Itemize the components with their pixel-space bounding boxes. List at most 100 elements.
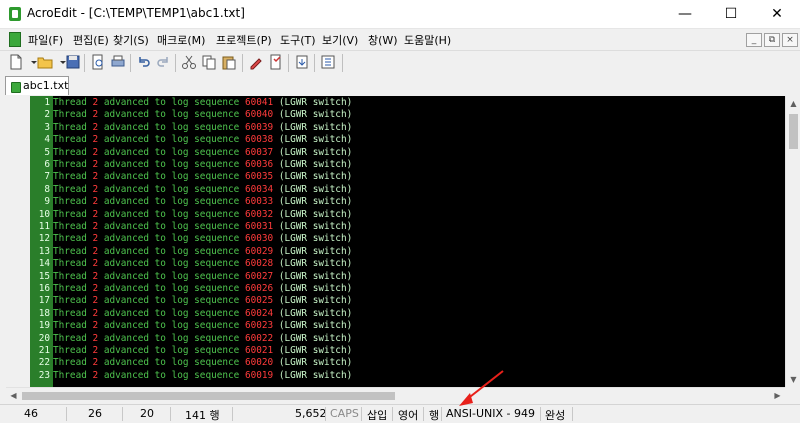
open-folder-icon[interactable]: [37, 54, 53, 70]
editor-line: 18 Thread 2 advanced to log sequence 6002…: [6, 308, 785, 320]
mdi-close-button[interactable]: ×: [782, 33, 798, 47]
toolbar-separator: [314, 54, 315, 72]
paste-icon[interactable]: [221, 54, 237, 70]
acroedit-app-icon: [9, 7, 21, 21]
print-icon[interactable]: [110, 54, 126, 70]
line-text: Thread 2 advanced to log sequence 60026 …: [53, 283, 352, 295]
editor-line: 21 Thread 2 advanced to log sequence 6002…: [6, 345, 785, 357]
line-number: 6: [44, 159, 50, 170]
keyword-thread: Thread: [53, 196, 87, 208]
sequence-number: 60035: [244, 171, 274, 183]
minimize-icon: —: [678, 6, 692, 22]
sequence-number: 60020: [244, 357, 274, 369]
keyword-thread: Thread: [53, 171, 87, 183]
message-suffix: (LGWR switch): [278, 307, 353, 319]
thread-number: 2: [92, 208, 99, 220]
message-text: advanced to log sequence: [103, 109, 240, 121]
menu-project[interactable]: 프로젝트(P): [216, 32, 272, 48]
editor-line: 7 Thread 2 advanced to log sequence 60035…: [6, 171, 785, 183]
menu-edit[interactable]: 편집(E): [73, 32, 109, 48]
keyword-thread: Thread: [53, 208, 87, 220]
line-text: Thread 2 advanced to log sequence 60038 …: [53, 134, 352, 146]
vertical-scroll-thumb[interactable]: [789, 114, 798, 149]
sequence-number: 60040: [244, 109, 274, 121]
scroll-left-icon[interactable]: ◀: [6, 388, 21, 403]
close-button[interactable]: ✕: [754, 0, 800, 28]
editor-line: 23 Thread 2 advanced to log sequence 6001…: [6, 370, 785, 382]
status-separator: [66, 407, 67, 421]
text-editor[interactable]: 1 Thread 2 advanced to log sequence 60041…: [6, 96, 785, 387]
line-text: Thread 2 advanced to log sequence 60021 …: [53, 345, 352, 357]
editor-line: 4 Thread 2 advanced to log sequence 60038…: [6, 134, 785, 146]
redo-icon[interactable]: [155, 54, 171, 70]
line-number: 4: [44, 134, 50, 146]
new-file-icon[interactable]: [8, 54, 24, 70]
menu-file[interactable]: 파일(F): [28, 32, 63, 48]
highlight-pen-icon[interactable]: [248, 54, 264, 70]
editor-line: 6 Thread 2 advanced to log sequence 60036…: [6, 159, 785, 171]
status-file-size: 5,652: [295, 407, 327, 420]
goto-line-icon[interactable]: [294, 54, 310, 70]
new-file-dropdown-icon[interactable]: [26, 54, 37, 70]
toolbar-separator: [175, 54, 176, 72]
thread-number: 2: [92, 270, 99, 282]
status-caps: CAPS: [330, 407, 359, 420]
message-suffix: (LGWR switch): [278, 134, 353, 146]
print-preview-icon[interactable]: [90, 54, 106, 70]
editor-line: 19 Thread 2 advanced to log sequence 6002…: [6, 320, 785, 332]
line-number: 23: [38, 369, 50, 381]
line-text: Thread 2 advanced to log sequence 60034 …: [53, 184, 352, 196]
cut-icon[interactable]: [181, 54, 197, 70]
message-text: advanced to log sequence: [103, 221, 240, 232]
keyword-thread: Thread: [53, 369, 87, 381]
keyword-thread: Thread: [53, 134, 87, 146]
editor-line: 8 Thread 2 advanced to log sequence 60034…: [6, 184, 785, 196]
open-dropdown-icon[interactable]: [55, 54, 66, 70]
horizontal-scrollbar[interactable]: ◀ ▶: [6, 387, 785, 404]
vertical-scrollbar[interactable]: ▲ ▼: [785, 96, 800, 387]
status-encoding[interactable]: ANSI-UNIX - 949: [446, 407, 535, 420]
thread-number: 2: [92, 109, 99, 121]
sequence-number: 60026: [244, 283, 274, 294]
message-text: advanced to log sequence: [103, 345, 240, 356]
status-separator: [540, 407, 541, 421]
message-suffix: (LGWR switch): [278, 97, 353, 108]
scroll-up-icon[interactable]: ▲: [786, 96, 800, 111]
message-suffix: (LGWR switch): [278, 183, 353, 195]
message-text: advanced to log sequence: [103, 97, 240, 108]
close-icon: ✕: [771, 6, 783, 22]
menu-help[interactable]: 도움말(H): [404, 32, 451, 48]
mdi-restore-button[interactable]: ⧉: [764, 33, 780, 47]
mdi-minimize-button[interactable]: _: [746, 33, 762, 47]
line-text: Thread 2 advanced to log sequence 60029 …: [53, 246, 352, 258]
horizontal-scroll-thumb[interactable]: [22, 392, 395, 400]
document-icon[interactable]: [9, 32, 21, 47]
menu-macro[interactable]: 매크로(M): [157, 32, 205, 48]
line-text: Thread 2 advanced to log sequence 60025 …: [53, 295, 352, 307]
menu-window[interactable]: 창(W): [368, 32, 398, 48]
menu-view[interactable]: 보기(V): [322, 32, 358, 48]
copy-icon[interactable]: [201, 54, 217, 70]
message-text: advanced to log sequence: [103, 283, 240, 294]
tab-abc1[interactable]: abc1.txt: [5, 76, 69, 95]
undo-icon[interactable]: [136, 54, 152, 70]
sequence-number: 60039: [244, 121, 274, 133]
menu-find[interactable]: 찾기(S): [113, 32, 149, 48]
scroll-right-icon[interactable]: ▶: [770, 388, 785, 403]
keyword-thread: Thread: [53, 307, 87, 319]
thread-number: 2: [92, 357, 99, 369]
thread-number: 2: [92, 134, 99, 146]
status-separator: [423, 407, 424, 421]
title-bar: AcroEdit - [C:\TEMP\TEMP1\abc1.txt] — ☐ …: [0, 0, 800, 29]
line-number: 9: [44, 196, 50, 208]
maximize-button[interactable]: ☐: [708, 0, 754, 28]
minimize-button[interactable]: —: [662, 0, 708, 28]
sequence-number: 60033: [244, 196, 274, 208]
save-icon[interactable]: [65, 54, 81, 70]
scroll-down-icon[interactable]: ▼: [786, 372, 800, 387]
file-list-icon[interactable]: [320, 54, 336, 70]
bookmark-icon[interactable]: [268, 54, 284, 70]
sequence-number: 60029: [244, 245, 274, 257]
line-number: 14: [38, 258, 50, 270]
menu-tools[interactable]: 도구(T): [280, 32, 316, 48]
